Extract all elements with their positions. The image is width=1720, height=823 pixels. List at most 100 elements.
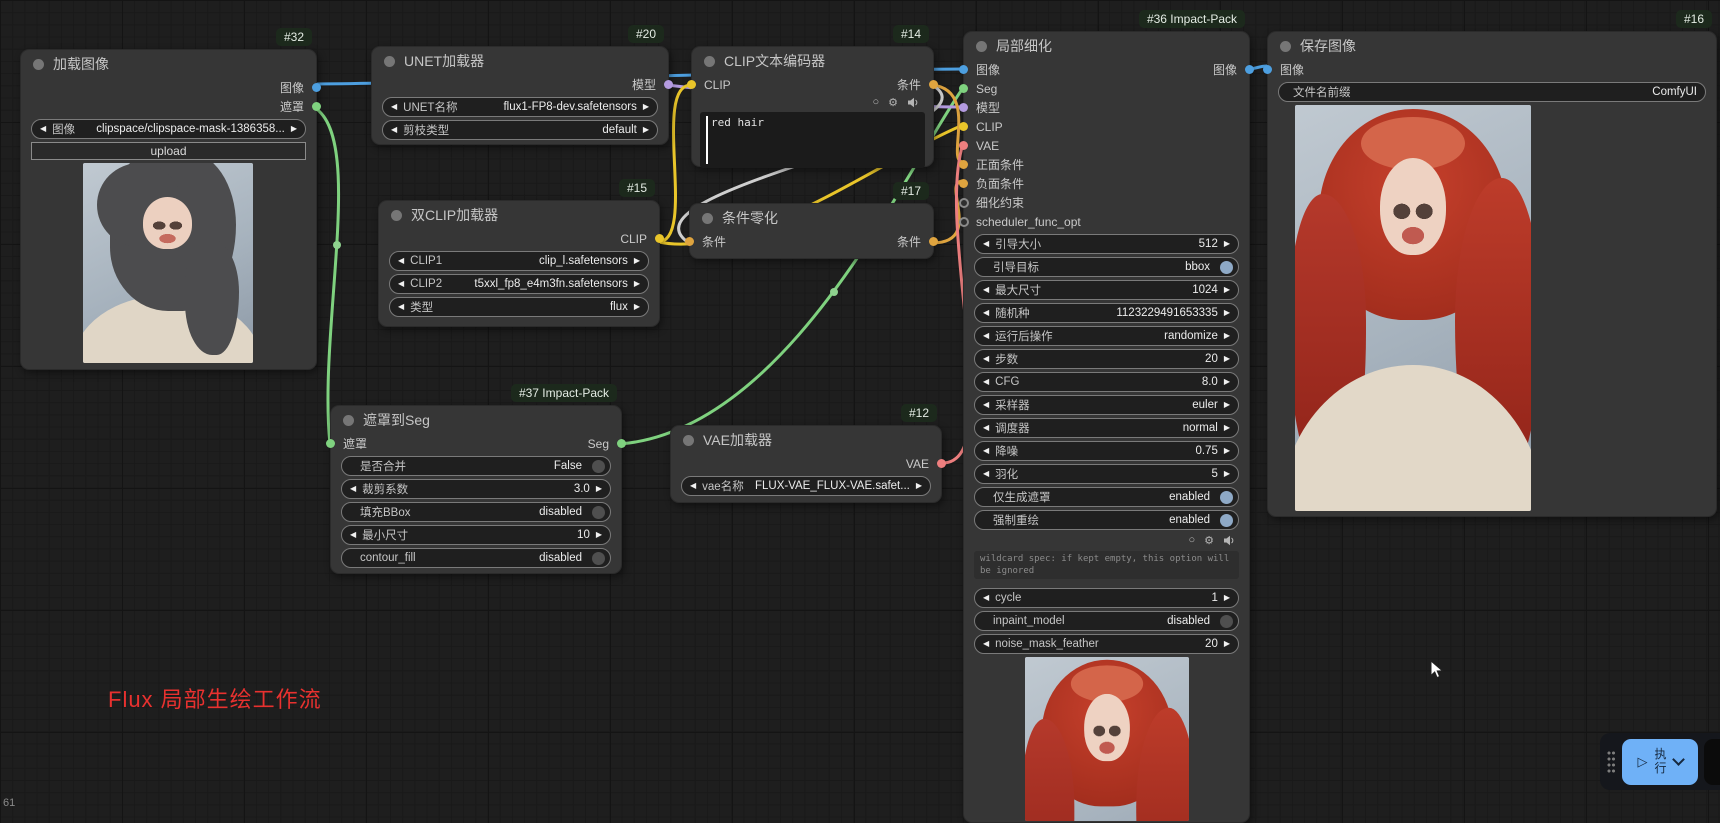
- weight-dtype-widget[interactable]: ◀ 剪枝类型 default ▶: [382, 120, 658, 140]
- output-dot-segs[interactable]: [617, 439, 626, 448]
- prev-arrow-icon[interactable]: ◀: [690, 482, 696, 490]
- output-dot-model[interactable]: [664, 80, 673, 89]
- clip1-widget[interactable]: ◀ CLIP1 clip_l.safetensors ▶: [389, 251, 649, 271]
- collapse-dot-icon[interactable]: [343, 415, 354, 426]
- next-arrow-icon[interactable]: ▶: [1224, 640, 1230, 648]
- inpaint-model-toggle-widget[interactable]: inpaint_model disabled: [974, 611, 1239, 631]
- output-dot-conditioning[interactable]: [929, 80, 938, 89]
- crop-factor-widget[interactable]: ◀ 裁剪系数 3.0 ▶: [341, 479, 611, 499]
- circle-icon[interactable]: ○: [1188, 534, 1195, 546]
- steps-widget[interactable]: ◀ 步数 20 ▶: [974, 349, 1239, 369]
- next-arrow-icon[interactable]: ▶: [1224, 424, 1230, 432]
- collapse-dot-icon[interactable]: [33, 59, 44, 70]
- toggle-knob[interactable]: [592, 506, 605, 519]
- toggle-knob[interactable]: [592, 460, 605, 473]
- next-arrow-icon[interactable]: ▶: [916, 482, 922, 490]
- feather-widget[interactable]: ◀ 羽化 5 ▶: [974, 464, 1239, 484]
- next-arrow-icon[interactable]: ▶: [1224, 309, 1230, 317]
- toggle-knob[interactable]: [1220, 491, 1233, 504]
- prev-arrow-icon[interactable]: ◀: [391, 103, 397, 111]
- output-dot-image[interactable]: [1245, 65, 1254, 74]
- node-unet-loader[interactable]: #20 UNET加载器 模型 ◀ UNET名称 flux1-FP8-dev.sa…: [371, 46, 669, 145]
- next-arrow-icon[interactable]: ▶: [1224, 447, 1230, 455]
- queue-count[interactable]: 1: [1704, 739, 1720, 785]
- bbox-fill-toggle-widget[interactable]: 填充BBox disabled: [341, 502, 611, 522]
- prev-arrow-icon[interactable]: ◀: [983, 309, 989, 317]
- settings-gear-icon[interactable]: ⚙: [888, 96, 898, 109]
- next-arrow-icon[interactable]: ▶: [1224, 286, 1230, 294]
- combined-toggle-widget[interactable]: 是否合并 False: [341, 456, 611, 476]
- cfg-widget[interactable]: ◀ CFG 8.0 ▶: [974, 372, 1239, 392]
- next-arrow-icon[interactable]: ▶: [634, 280, 640, 288]
- input-dot-scheduler-func[interactable]: [959, 217, 969, 227]
- input-dot-segs[interactable]: [959, 84, 968, 93]
- prev-arrow-icon[interactable]: ◀: [350, 485, 356, 493]
- input-dot-negative[interactable]: [959, 179, 968, 188]
- collapse-dot-icon[interactable]: [1280, 41, 1291, 52]
- node-clip-text-encoder[interactable]: #14 CLIP文本编码器 CLIP 条件 ○ ⚙ red hair: [691, 46, 934, 167]
- type-widget[interactable]: ◀ 类型 flux ▶: [389, 297, 649, 317]
- next-arrow-icon[interactable]: ▶: [643, 103, 649, 111]
- settings-gear-icon[interactable]: ⚙: [1204, 534, 1214, 547]
- toggle-knob[interactable]: [1220, 261, 1233, 274]
- next-arrow-icon[interactable]: ▶: [1224, 240, 1230, 248]
- seed-widget[interactable]: ◀ 随机种 1123229491653335 ▶: [974, 303, 1239, 323]
- contour-fill-toggle-widget[interactable]: contour_fill disabled: [341, 548, 611, 568]
- next-arrow-icon[interactable]: ▶: [1224, 378, 1230, 386]
- denoise-widget[interactable]: ◀ 降噪 0.75 ▶: [974, 441, 1239, 461]
- toggle-knob[interactable]: [1220, 615, 1233, 628]
- output-dot-vae[interactable]: [937, 459, 946, 468]
- guide-size-for-toggle-widget[interactable]: 引导目标 bbox: [974, 257, 1239, 277]
- prompt-textarea[interactable]: red hair: [700, 112, 925, 168]
- filename-prefix-widget[interactable]: 文件名前缀 ComfyUI: [1278, 82, 1706, 102]
- speaker-icon[interactable]: [907, 97, 919, 108]
- circle-icon[interactable]: ○: [872, 96, 879, 108]
- input-dot-conditioning[interactable]: [685, 237, 694, 246]
- next-arrow-icon[interactable]: ▶: [634, 257, 640, 265]
- input-dot-vae[interactable]: [959, 141, 968, 150]
- prev-arrow-icon[interactable]: ◀: [350, 531, 356, 539]
- next-arrow-icon[interactable]: ▶: [634, 303, 640, 311]
- next-arrow-icon[interactable]: ▶: [1224, 355, 1230, 363]
- noise-mask-feather-widget[interactable]: ◀ noise_mask_feather 20 ▶: [974, 634, 1239, 654]
- input-dot-clip[interactable]: [959, 122, 968, 131]
- next-arrow-icon[interactable]: ▶: [1224, 470, 1230, 478]
- control-after-generate-widget[interactable]: ◀ 运行后操作 randomize ▶: [974, 326, 1239, 346]
- prev-arrow-icon[interactable]: ◀: [983, 447, 989, 455]
- node-mask-to-segs[interactable]: #37 Impact-Pack 遮罩到Seg 遮罩 Seg 是否合并 False…: [330, 405, 622, 574]
- chevron-down-icon[interactable]: [1672, 753, 1685, 766]
- next-arrow-icon[interactable]: ▶: [291, 125, 297, 133]
- toggle-knob[interactable]: [592, 552, 605, 565]
- prev-arrow-icon[interactable]: ◀: [983, 240, 989, 248]
- input-dot-image[interactable]: [959, 65, 968, 74]
- output-dot-mask[interactable]: [312, 102, 321, 111]
- output-dot-image[interactable]: [312, 83, 321, 92]
- prev-arrow-icon[interactable]: ◀: [983, 401, 989, 409]
- run-button[interactable]: ▷ 执行: [1622, 739, 1698, 785]
- prev-arrow-icon[interactable]: ◀: [398, 280, 404, 288]
- collapse-dot-icon[interactable]: [391, 210, 402, 221]
- next-arrow-icon[interactable]: ▶: [596, 531, 602, 539]
- cycle-widget[interactable]: ◀ cycle 1 ▶: [974, 588, 1239, 608]
- drop-size-widget[interactable]: ◀ 最小尺寸 10 ▶: [341, 525, 611, 545]
- node-detailer[interactable]: #36 Impact-Pack 局部细化 图像 图像 Seg 模型 CLIP V…: [963, 31, 1250, 823]
- prev-arrow-icon[interactable]: ◀: [983, 378, 989, 386]
- output-dot-conditioning[interactable]: [929, 237, 938, 246]
- max-size-widget[interactable]: ◀ 最大尺寸 1024 ▶: [974, 280, 1239, 300]
- input-dot-clip[interactable]: [687, 80, 696, 89]
- input-dot-mask[interactable]: [326, 439, 335, 448]
- clip2-widget[interactable]: ◀ CLIP2 t5xxl_fp8_e4m3fn.safetensors ▶: [389, 274, 649, 294]
- prev-arrow-icon[interactable]: ◀: [983, 470, 989, 478]
- collapse-dot-icon[interactable]: [976, 41, 987, 52]
- wildcard-textarea[interactable]: wildcard spec: if kept empty, this optio…: [974, 551, 1239, 579]
- node-load-image[interactable]: #32 加载图像 图像 遮罩 ◀ 图像 clipspace/clipspace-…: [20, 49, 317, 370]
- prev-arrow-icon[interactable]: ◀: [398, 257, 404, 265]
- prev-arrow-icon[interactable]: ◀: [983, 355, 989, 363]
- force-inpaint-toggle-widget[interactable]: 强制重绘 enabled: [974, 510, 1239, 530]
- next-arrow-icon[interactable]: ▶: [1224, 332, 1230, 340]
- noise-mask-toggle-widget[interactable]: 仅生成遮罩 enabled: [974, 487, 1239, 507]
- input-dot-positive[interactable]: [959, 160, 968, 169]
- guide-size-widget[interactable]: ◀ 引导大小 512 ▶: [974, 234, 1239, 254]
- input-dot-model[interactable]: [959, 103, 968, 112]
- scheduler-widget[interactable]: ◀ 调度器 normal ▶: [974, 418, 1239, 438]
